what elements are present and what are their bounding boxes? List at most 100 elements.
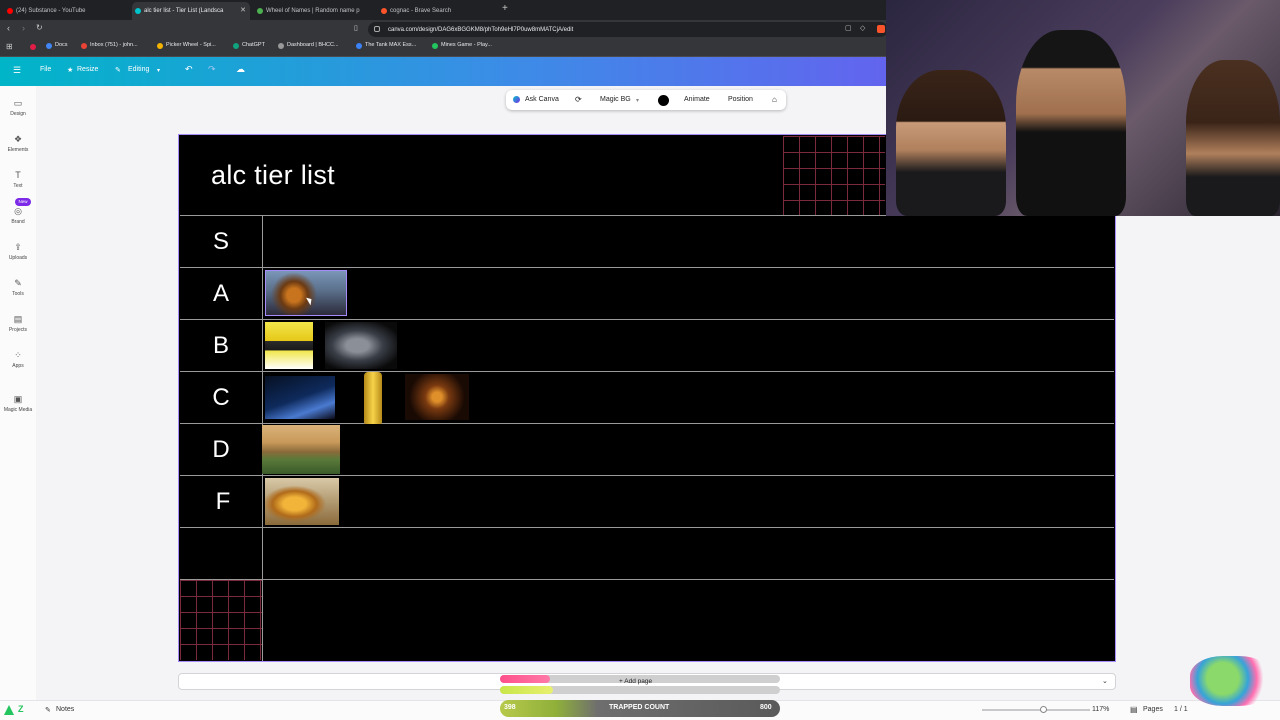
forward-icon[interactable]: › <box>22 23 25 33</box>
agave-field-image[interactable] <box>262 425 340 474</box>
magic-bg-button[interactable]: Magic BG <box>600 96 631 103</box>
streamer-right <box>1186 60 1280 216</box>
vodka-shot-image[interactable] <box>265 376 335 419</box>
bookmark-inbox[interactable]: Inbox (751) - john... <box>81 42 138 49</box>
tier-label-a[interactable]: A <box>180 280 262 308</box>
meter-track <box>500 686 780 694</box>
apps-grid-icon[interactable]: ⊞ <box>6 42 13 51</box>
bookmark-chatgpt[interactable]: ChatGPT <box>233 42 265 49</box>
menu-hamburger-icon[interactable]: ☰ <box>13 65 21 76</box>
animate-button[interactable]: Animate <box>684 96 710 103</box>
bookmark-tank-max[interactable]: The Tank MAX Ess... <box>356 42 416 49</box>
pencil-icon: ✎ <box>115 67 121 74</box>
uploads-icon: ⇪ <box>14 242 22 252</box>
canva-icon <box>135 8 141 14</box>
bookmark-mines-game[interactable]: Mines Game - Play... <box>432 42 492 49</box>
extensions-icon[interactable]: ◇ <box>860 24 865 32</box>
sidebar-label: Elements <box>7 147 29 153</box>
bulleit-bourbon-image[interactable] <box>325 322 397 369</box>
sidebar-item-design[interactable]: ▭ Design <box>0 97 36 117</box>
sidebar-item-text[interactable]: T Text <box>0 169 36 189</box>
whiskey-glass-image[interactable] <box>405 374 469 420</box>
tools-icon: ✎ <box>14 278 22 288</box>
cognac-glass-image[interactable] <box>265 270 347 316</box>
paint-roller-icon[interactable]: ⌂ <box>772 95 777 104</box>
tab-brave-search[interactable]: cognac - Brave Search <box>378 2 498 20</box>
tab-wheel-of-names[interactable]: Wheel of Names | Random name p <box>254 2 374 20</box>
chevron-down-icon: ▾ <box>636 98 640 104</box>
brave-shield-icon[interactable] <box>877 25 885 33</box>
tier-label-b[interactable]: B <box>180 332 262 360</box>
cloud-save-icon[interactable]: ☁ <box>236 64 245 75</box>
site-info-icon[interactable] <box>374 26 380 32</box>
undo-icon[interactable]: ↶ <box>185 64 193 75</box>
url-field[interactable]: canva.com/design/DAG6xBGGKM8/phToh9eHl7P… <box>368 22 888 37</box>
sidebar-item-uploads[interactable]: ⇪ Uploads <box>0 241 36 261</box>
sidebar-label: Tools <box>12 291 24 297</box>
grid-decoration <box>180 580 262 660</box>
row-divider <box>180 579 1114 580</box>
sidebar-item-tools[interactable]: ✎ Tools <box>0 277 36 297</box>
webcam-overlay <box>886 0 1280 216</box>
bookmark-dashboard[interactable]: Dashboard | BHCC... <box>278 42 339 49</box>
bookmark-picker-wheel[interactable]: Picker Wheel - Spi... <box>157 42 216 49</box>
picker-wheel-icon <box>157 43 163 49</box>
tier-label-f[interactable]: F <box>182 488 264 516</box>
share-icon[interactable]: ▢ <box>845 24 852 32</box>
reload-icon[interactable]: ↻ <box>36 23 43 32</box>
back-icon[interactable]: ‹ <box>7 23 10 33</box>
file-menu[interactable]: File <box>40 66 51 73</box>
bookmark-label: Inbox (751) - john... <box>90 42 138 48</box>
tab-label: cognac - Brave Search <box>390 8 452 14</box>
close-tab-icon[interactable]: ✕ <box>240 6 246 14</box>
row-divider <box>180 267 1114 268</box>
sidebar-label: Design <box>10 111 26 117</box>
add-page-button[interactable]: + Add page <box>619 678 652 685</box>
tab-youtube[interactable]: (24) Substance - YouTube <box>4 2 128 20</box>
tab-label: alc tier list - Tier List (Landsca <box>144 8 224 14</box>
tier-label-c[interactable]: C <box>180 384 262 412</box>
sidebar-label: Brand <box>11 219 25 225</box>
tab-label: (24) Substance - YouTube <box>16 8 86 14</box>
tequila-bottle-image[interactable] <box>364 372 382 424</box>
bookmark-label: ChatGPT <box>242 42 265 48</box>
trapped-count-label: TRAPPED COUNT <box>609 704 670 711</box>
resize-star-icon: ★ <box>67 67 74 74</box>
tier-list-title[interactable]: alc tier list <box>211 160 335 191</box>
resize-button[interactable]: Resize <box>77 66 98 73</box>
bookmark-icon[interactable]: ▯ <box>354 24 358 32</box>
redo-icon[interactable]: ↷ <box>208 64 216 75</box>
sidebar-item-brand[interactable]: ◎ Brand <box>0 205 36 225</box>
tier-label-s[interactable]: S <box>180 228 262 256</box>
streamer-center <box>1016 30 1126 216</box>
sidebar-item-projects[interactable]: ▤ Projects <box>0 313 36 333</box>
sidebar-item-elements[interactable]: ❖ Elements <box>0 133 36 153</box>
beer-pack-image[interactable] <box>265 322 313 369</box>
zoom-slider-handle[interactable] <box>1040 706 1047 713</box>
sidebar-item-magic-media[interactable]: ▣ Magic Media <box>0 393 36 413</box>
new-tab-button[interactable]: + <box>502 3 508 14</box>
beer-cheers-image[interactable] <box>265 478 339 525</box>
tab-label: Wheel of Names | Random name p <box>266 8 360 14</box>
zoom-level[interactable]: 117% <box>1092 706 1109 713</box>
replace-icon[interactable]: ⟳ <box>575 95 582 104</box>
magic-media-icon: ▣ <box>13 394 23 404</box>
sidebar-item-apps[interactable]: ⁘ Apps <box>0 349 36 369</box>
position-button[interactable]: Position <box>728 96 753 103</box>
tier-label-d[interactable]: D <box>180 436 262 464</box>
chevron-down-icon[interactable]: ⌄ <box>1102 677 1108 685</box>
ask-canva-button[interactable]: Ask Canva <box>525 96 559 103</box>
brave-icon <box>381 8 387 14</box>
color-swatch[interactable] <box>658 95 669 106</box>
zoom-slider-track[interactable] <box>982 709 1090 711</box>
bookmark-docs[interactable]: Docs <box>46 42 68 49</box>
tab-canva[interactable]: alc tier list - Tier List (Landsca ✕ <box>132 2 250 20</box>
pages-button[interactable]: Pages <box>1143 706 1163 713</box>
notes-button[interactable]: Notes <box>56 706 74 713</box>
row-divider <box>180 423 1114 424</box>
pinned-site-icon[interactable] <box>30 44 36 50</box>
page-count: 1 / 1 <box>1174 706 1188 713</box>
url-text: canva.com/design/DAG6xBGGKM8/phToh9eHl7P… <box>388 26 574 33</box>
sidebar-label: Uploads <box>8 255 28 261</box>
editing-dropdown[interactable]: Editing <box>128 66 149 73</box>
